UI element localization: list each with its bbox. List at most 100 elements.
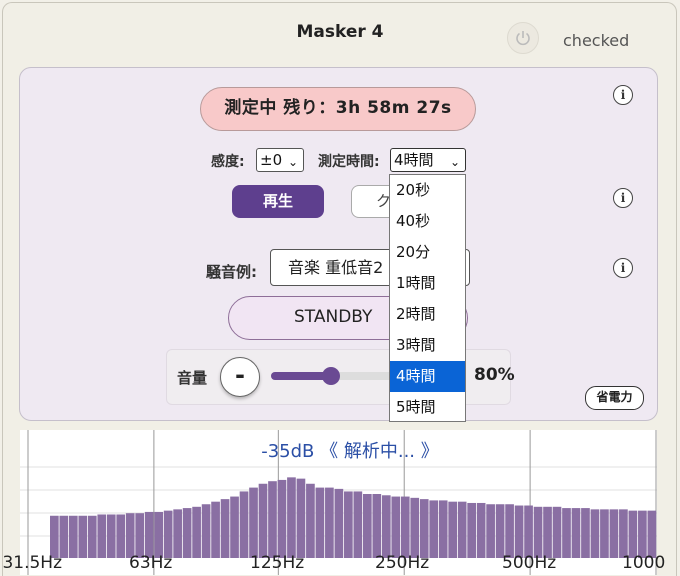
spectrum-bar bbox=[600, 509, 609, 558]
spectrum-bar bbox=[163, 510, 173, 558]
spectrum-bar bbox=[609, 509, 619, 558]
spectrum-bar bbox=[68, 515, 78, 558]
spectrum-bar bbox=[50, 515, 59, 558]
measurement-status: 測定中 残り：3h 58m 27s bbox=[200, 87, 476, 131]
dropdown-option[interactable]: 40秒 bbox=[390, 206, 465, 237]
spectrum-bar bbox=[325, 487, 334, 558]
dropdown-option[interactable]: 3時間 bbox=[390, 330, 465, 361]
spectrum-bar bbox=[581, 508, 590, 558]
spectrum-bar bbox=[429, 500, 439, 558]
power-save-button[interactable]: 省電力 bbox=[585, 386, 644, 410]
spectrum-bar bbox=[144, 511, 154, 558]
spectrum-bar bbox=[211, 501, 220, 558]
power-icon bbox=[516, 31, 530, 46]
sensitivity-label: 感度: bbox=[211, 154, 245, 170]
spectrum-bar bbox=[287, 477, 296, 558]
chart-title: -35dB 《 解析中... 》 bbox=[261, 441, 439, 462]
spectrum-bar bbox=[419, 499, 429, 558]
spectrum-bar bbox=[344, 491, 353, 558]
spectrum-bar bbox=[372, 494, 382, 558]
power-button[interactable] bbox=[507, 22, 539, 54]
spectrum-bar bbox=[514, 505, 524, 558]
volume-minus-button[interactable]: - bbox=[220, 357, 260, 397]
volume-label: 音量 bbox=[177, 369, 208, 387]
spectrum-bar bbox=[249, 487, 258, 558]
spectrum-bar bbox=[533, 506, 543, 558]
spectrum-bar bbox=[619, 509, 628, 558]
spectrum-bar bbox=[543, 506, 552, 558]
x-tick-label: 1000 bbox=[622, 553, 666, 573]
spectrum-bar bbox=[495, 504, 505, 558]
spectrum-bar bbox=[410, 497, 420, 558]
noise-example-label: 騒音例: bbox=[206, 263, 257, 281]
spectrum-bar bbox=[476, 502, 486, 558]
spectrum-bar bbox=[552, 506, 562, 558]
spectrum-bar bbox=[362, 494, 372, 558]
spectrum-bar bbox=[391, 496, 401, 558]
spectrum-bar bbox=[173, 509, 182, 558]
spectrum-bar bbox=[106, 514, 116, 558]
dropdown-option[interactable]: 1時間 bbox=[390, 268, 465, 299]
chevron-down-icon: ⌄ bbox=[287, 155, 298, 169]
dropdown-option[interactable]: 5時間 bbox=[390, 392, 465, 423]
sensitivity-value: ±0 bbox=[260, 151, 283, 169]
dropdown-option[interactable]: 20分 bbox=[390, 237, 465, 268]
play-button[interactable]: 再生 bbox=[232, 185, 324, 218]
chevron-down-icon: ⌄ bbox=[449, 155, 460, 169]
spectrum-bar bbox=[296, 478, 306, 558]
volume-value: 80% bbox=[474, 365, 515, 385]
duration-dropdown-list: 20秒 40秒 20分 1時間 2時間 3時間 4時間 5時間 bbox=[389, 174, 466, 422]
duration-value: 4時間 bbox=[394, 151, 434, 169]
spectrum-bar bbox=[277, 479, 287, 558]
spectrum-bar bbox=[116, 514, 126, 558]
spectrum-bar bbox=[201, 504, 211, 558]
checked-label: checked bbox=[563, 31, 630, 50]
spectrum-bar bbox=[182, 508, 192, 558]
spectrum-bar bbox=[628, 510, 638, 558]
spectrum-bar bbox=[97, 514, 107, 558]
info-icon[interactable]: i bbox=[613, 85, 633, 105]
spectrum-bar bbox=[467, 502, 476, 558]
duration-select[interactable]: 4時間 ⌄ bbox=[390, 148, 466, 172]
spectrum-bar bbox=[647, 510, 657, 558]
spectrum-bar bbox=[381, 495, 391, 558]
spectrum-bar bbox=[505, 504, 514, 558]
spectrum-bar bbox=[59, 515, 69, 558]
spectrum-bar bbox=[334, 488, 344, 558]
spectrum-bar bbox=[87, 515, 97, 558]
spectrum-bar bbox=[220, 499, 230, 558]
spectrum-bar bbox=[638, 510, 647, 558]
spectrum-bar bbox=[438, 500, 448, 558]
x-tick-label: 500Hz bbox=[502, 553, 557, 573]
spectrum-bar bbox=[125, 513, 135, 558]
spectrum-bar bbox=[486, 504, 495, 558]
spectrum-bar bbox=[457, 501, 467, 558]
spectrum-bar bbox=[230, 496, 239, 558]
dropdown-option[interactable]: 4時間 bbox=[390, 361, 465, 392]
spectrum-bar bbox=[78, 515, 88, 558]
spectrum-bar bbox=[192, 506, 201, 558]
volume-slider-thumb[interactable] bbox=[321, 367, 340, 385]
spectrum-bar bbox=[400, 496, 410, 558]
dropdown-option[interactable]: 2時間 bbox=[390, 299, 465, 330]
spectrum-bar bbox=[315, 487, 325, 558]
spectrum-bar bbox=[154, 511, 164, 558]
spectrum-bar bbox=[353, 491, 363, 558]
spectrum-bar bbox=[258, 483, 268, 558]
spectrum-bar bbox=[239, 491, 249, 558]
spectrum-bar bbox=[448, 501, 458, 558]
x-tick-label: 31.5Hz bbox=[2, 553, 62, 573]
spectrum-bar bbox=[571, 508, 581, 558]
x-tick-label: 250Hz bbox=[375, 553, 430, 573]
x-tick-label: 63Hz bbox=[129, 553, 173, 573]
x-tick-label: 125Hz bbox=[250, 553, 305, 573]
duration-label: 測定時間: bbox=[318, 154, 380, 170]
spectrum-bar bbox=[268, 481, 277, 558]
spectrum-bar bbox=[306, 483, 315, 558]
sensitivity-select[interactable]: ±0 ⌄ bbox=[256, 148, 304, 172]
spectrum-bar bbox=[562, 508, 571, 558]
info-icon[interactable]: i bbox=[613, 258, 633, 278]
info-icon[interactable]: i bbox=[613, 188, 633, 208]
dropdown-option[interactable]: 20秒 bbox=[390, 175, 465, 206]
spectrum-bar bbox=[135, 513, 145, 558]
